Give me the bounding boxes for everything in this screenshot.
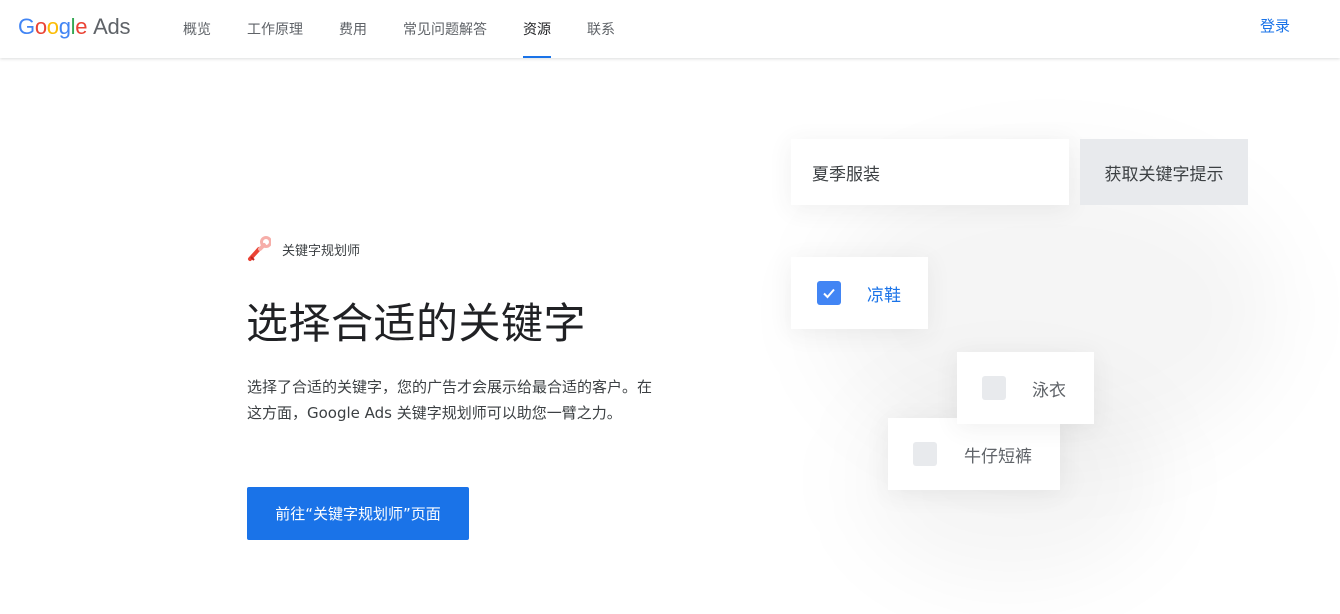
checkmark-icon: [823, 288, 835, 299]
logo-letter: o: [46, 14, 59, 39]
logo-letter: g: [58, 14, 71, 39]
top-header: Google Ads 概览 工作原理 费用 常见问题解答 资源 联系 登录: [0, 0, 1340, 58]
keyword-label: 泳衣: [1032, 380, 1066, 401]
checkbox-unchecked[interactable]: [913, 442, 937, 466]
nav-how-it-works[interactable]: 工作原理: [229, 0, 321, 58]
keyword-label: 凉鞋: [867, 285, 901, 306]
nav-overview[interactable]: 概览: [165, 0, 229, 58]
keyword-search-input[interactable]: 夏季服装: [791, 139, 1069, 205]
logo-letter: e: [75, 14, 88, 39]
eyebrow-label: 关键字规划师: [282, 243, 361, 259]
get-keyword-ideas-button[interactable]: 获取关键字提示: [1080, 139, 1248, 205]
wrench-icon: [248, 236, 271, 261]
nav-faq[interactable]: 常见问题解答: [385, 0, 505, 58]
keyword-chip[interactable]: 泳衣: [957, 352, 1094, 424]
logo-ads-text: Ads: [93, 14, 131, 39]
page-title: 选择合适的关键字: [246, 299, 587, 348]
product-eyebrow: 关键字规划师: [247, 236, 360, 262]
login-link[interactable]: 登录: [1260, 16, 1290, 36]
google-ads-logo[interactable]: Google Ads: [18, 13, 130, 41]
keyword-planner-button[interactable]: 前往“关键字规划师”页面: [247, 487, 469, 540]
checkbox-unchecked[interactable]: [982, 376, 1006, 400]
checkbox-checked[interactable]: [817, 281, 841, 305]
keyword-label: 牛仔短裤: [964, 446, 1032, 467]
logo-letter: G: [18, 14, 35, 39]
keyword-chip[interactable]: 牛仔短裤: [888, 418, 1060, 490]
nav-resources[interactable]: 资源: [505, 0, 569, 58]
nav-contact[interactable]: 联系: [569, 0, 633, 58]
logo-letter: o: [34, 14, 47, 39]
nav-cost[interactable]: 费用: [321, 0, 385, 58]
main-nav: 概览 工作原理 费用 常见问题解答 资源 联系: [165, 0, 633, 58]
search-input-value: 夏季服装: [812, 164, 880, 185]
hero-description: 选择了合适的关键字，您的广告才会展示给最合适的客户。在这方面，Google Ad…: [247, 378, 653, 422]
keyword-chip[interactable]: 凉鞋: [791, 257, 928, 329]
